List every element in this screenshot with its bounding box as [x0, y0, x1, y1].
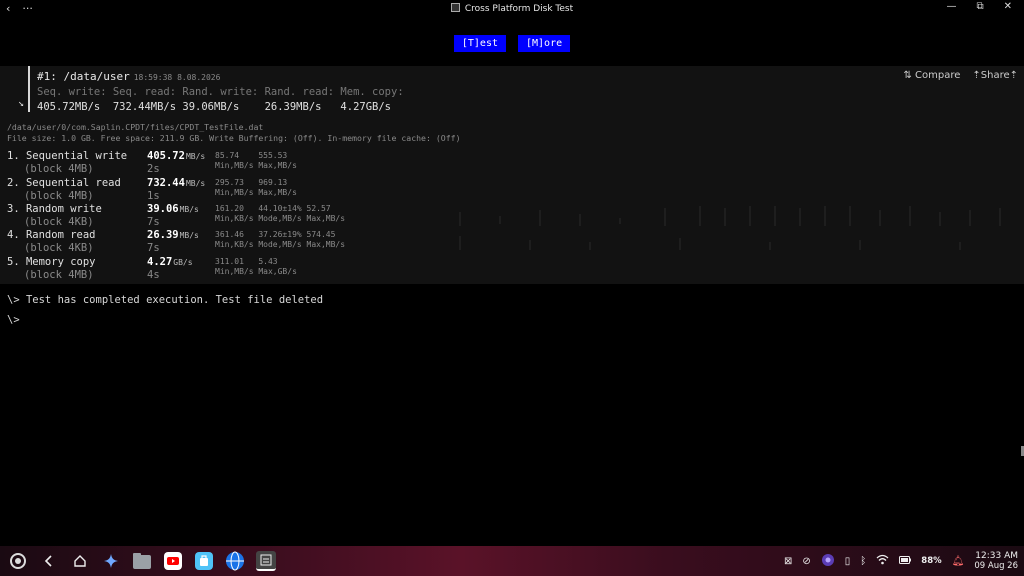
- browser-app-icon[interactable]: [225, 551, 245, 571]
- result-name: 4. Random read: [7, 229, 96, 241]
- result-block: (block 4MB): [24, 190, 94, 202]
- result-name: 1. Sequential write: [7, 150, 128, 162]
- result-number: 39.06: [147, 203, 179, 215]
- test-file-path: /data/user/0/com.Saplin.CPDT/files/CPDT_…: [7, 122, 264, 132]
- result-number: 4.27: [147, 256, 173, 268]
- result-unit: MB/s: [179, 205, 199, 214]
- result-block: (block 4MB): [24, 269, 94, 281]
- result-stat-labels: Min,KB/s Mode,MB/s Max,MB/s: [215, 214, 346, 223]
- result-stats: 161.20 44.10±14% 52.57: [215, 204, 331, 213]
- result-stat-labels: Min,KB/s Mode,MB/s Max,MB/s: [215, 240, 346, 249]
- result-unit: MB/s: [185, 152, 206, 161]
- result-name: 3. Random write: [7, 203, 102, 215]
- assistant-orb-icon[interactable]: [821, 553, 835, 570]
- summary-timestamp: 18:59:38 8.08.2026: [133, 73, 221, 82]
- result-unit: MB/s: [179, 231, 199, 240]
- disk-test-app-icon[interactable]: [256, 551, 276, 571]
- summary-actions: ⇅ Compare ⇡Share⇡: [903, 70, 1018, 81]
- summary-values: 405.72MB/s 732.44MB/s 39.06MB/s 26.39MB/…: [37, 101, 392, 113]
- window-controls: — ⧉ ✕: [946, 1, 1012, 12]
- result-number: 405.72: [147, 150, 185, 162]
- summary-divider: [28, 66, 30, 112]
- compare-button[interactable]: ⇅ Compare: [903, 70, 960, 81]
- result-block: (block 4MB): [24, 163, 94, 175]
- title-bar: ‹ ··· Cross Platform Disk Test — ⧉ ✕: [0, 0, 1024, 20]
- result-stats: 361.46 37.26±19% 574.45: [215, 230, 336, 239]
- summary-path: #1: /data/user: [37, 70, 130, 83]
- system-tray: ⊠ ⊘ ▯ ᛒ 88% 🔔︎ 12:33 AM 09 Aug 26: [784, 551, 1018, 571]
- result-stat-labels: Min,MB/s Max,GB/s: [215, 267, 297, 276]
- main-toolbar: [T]est [M]ore: [0, 35, 1024, 53]
- taskbar: ⊠ ⊘ ▯ ᛒ 88% 🔔︎ 12:33 AM 09 Aug 26: [0, 546, 1024, 576]
- random-io-sparkline: [459, 206, 1001, 250]
- summary-title: #1: /data/user 18:59:38 8.08.2026: [37, 70, 220, 83]
- result-stats: 295.73 969.13: [215, 178, 288, 187]
- clock-date: 09 Aug 26: [974, 561, 1018, 571]
- window-title-area: Cross Platform Disk Test: [0, 3, 1024, 14]
- result-number: 26.39: [147, 229, 179, 241]
- result-name: 5. Memory copy: [7, 256, 96, 268]
- notification-bell-icon[interactable]: 🔔︎: [952, 556, 965, 567]
- summary-labels: Seq. write: Seq. read: Rand. write: Rand…: [37, 86, 404, 98]
- result-unit: GB/s: [173, 258, 193, 267]
- result-row: 4. Random read (block 4KB) 26.39MB/s 7s …: [7, 229, 467, 255]
- play-store-icon[interactable]: [194, 551, 214, 571]
- gemini-icon[interactable]: [101, 551, 121, 571]
- collapse-arrow-icon[interactable]: ↘: [18, 98, 24, 109]
- maximize-icon[interactable]: ⧉: [976, 1, 983, 12]
- result-block: (block 4KB): [24, 216, 94, 228]
- battery-percent: 88%: [921, 556, 942, 566]
- result-value: 26.39MB/s: [147, 229, 199, 241]
- result-value: 39.06MB/s: [147, 203, 199, 215]
- result-row: 5. Memory copy (block 4MB) 4.27GB/s 4s 3…: [7, 256, 467, 282]
- more-button[interactable]: [M]ore: [518, 35, 571, 52]
- bluetooth-icon[interactable]: ᛒ: [860, 556, 866, 567]
- result-number: 732.44: [147, 177, 185, 189]
- result-time: 7s: [147, 216, 160, 228]
- share-button[interactable]: ⇡Share⇡: [972, 70, 1018, 81]
- battery-icon[interactable]: [899, 555, 912, 567]
- console-line: \> Test has completed execution. Test fi…: [7, 294, 324, 306]
- clock[interactable]: 12:33 AM 09 Aug 26: [974, 551, 1018, 571]
- window-title: Cross Platform Disk Test: [464, 4, 574, 14]
- console-prompt[interactable]: \>: [7, 314, 20, 326]
- result-unit: MB/s: [185, 179, 206, 188]
- result-stats: 311.01 5.43: [215, 257, 278, 266]
- files-app-icon[interactable]: [132, 551, 152, 571]
- result-row: 3. Random write (block 4KB) 39.06MB/s 7s…: [7, 203, 467, 229]
- back-nav-icon[interactable]: [39, 551, 59, 571]
- result-value: 732.44MB/s: [147, 177, 205, 189]
- home-icon[interactable]: [70, 551, 90, 571]
- result-row: 2. Sequential read (block 4MB) 732.44MB/…: [7, 177, 467, 203]
- youtube-app-icon[interactable]: [163, 551, 183, 571]
- close-icon[interactable]: ✕: [1004, 1, 1012, 12]
- result-row: 1. Sequential write (block 4MB) 405.72MB…: [7, 150, 467, 176]
- result-stat-labels: Min,MB/s Max,MB/s: [215, 161, 297, 170]
- test-button[interactable]: [T]est: [453, 35, 506, 52]
- clock-time: 12:33 AM: [975, 551, 1018, 561]
- wifi-icon[interactable]: [876, 554, 889, 568]
- launcher-icon[interactable]: [8, 551, 28, 571]
- app-icon: [450, 3, 460, 12]
- minimize-icon[interactable]: —: [946, 1, 956, 12]
- result-time: 2s: [147, 163, 160, 175]
- results-panel: ↘ #1: /data/user 18:59:38 8.08.2026 Seq. …: [0, 66, 1024, 284]
- result-time: 4s: [147, 269, 160, 281]
- result-block: (block 4KB): [24, 242, 94, 254]
- cast-off-icon[interactable]: ⊘: [802, 556, 810, 567]
- taskbar-apps: [8, 551, 276, 571]
- result-value: 4.27GB/s: [147, 256, 193, 268]
- result-time: 7s: [147, 242, 160, 254]
- result-stats: 85.74 555.53: [215, 151, 288, 160]
- test-file-info: File size: 1.0 GB. Free space: 211.9 GB.…: [7, 133, 461, 143]
- result-value: 405.72MB/s: [147, 150, 205, 162]
- result-stat-labels: Min,MB/s Max,MB/s: [215, 188, 297, 197]
- result-time: 1s: [147, 190, 160, 202]
- screenshot-icon[interactable]: ⊠: [784, 556, 792, 567]
- clipboard-icon[interactable]: ▯: [845, 556, 851, 567]
- result-name: 2. Sequential read: [7, 177, 121, 189]
